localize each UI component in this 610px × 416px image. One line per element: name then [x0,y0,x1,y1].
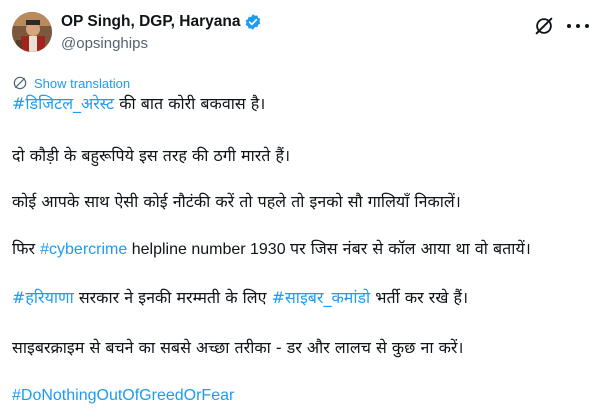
post-line-5: #हरियाणा सरकार ने इनकी मरम्मती के लिए #स… [12,287,468,309]
hashtag-cybercrime[interactable]: #cybercrime [40,241,127,258]
hashtag-cyber-commando[interactable]: #साइबर_कमांडो [272,288,371,307]
grok-icon[interactable] [533,15,555,37]
post-line-4: फिर #cybercrime helpline number 1930 पर … [12,238,531,261]
post-text: कोई आपके साथ ऐसी कोई नौटंकी करें तो पहले… [12,192,461,211]
profile-photo [12,12,52,52]
post-line-7: #DoNothingOutOfGreedOrFear [12,384,234,407]
post-text: सरकार ने इनकी मरम्मती के लिए [73,288,272,307]
post-line-2: दो कौड़ी के बहुरूपिये इस तरह की ठगी मारत… [12,145,290,167]
translate-icon [13,76,27,90]
hashtag-haryana[interactable]: #हरियाणा [12,288,74,307]
show-translation-link[interactable]: Show translation [12,75,130,91]
post-line-3: कोई आपके साथ ऐसी कोई नौटंकी करें तो पहले… [12,191,461,213]
more-icon[interactable] [567,24,589,30]
post-text: पर जिस नंबर से कॉल आया था वो बतायें। [290,239,531,258]
verified-badge-icon [246,14,261,30]
show-translation-label: Show translation [34,75,131,91]
post-text: की बात कोरी बकवास है। [114,94,266,113]
author-name-row: OP Singh, DGP, Haryana [61,13,262,31]
hashtag-do-nothing-out-of-greed-or-fear[interactable]: #DoNothingOutOfGreedOrFear [12,387,234,404]
avatar[interactable] [12,12,52,52]
post-line-1: #डिजिटल_अरेस्ट की बात कोरी बकवास है। [12,93,265,115]
post-line-6: साइबरक्राइम से बचने का सबसे अच्छा तरीका … [12,337,464,359]
post-text: फिर [12,239,41,258]
hashtag-digital-arrest[interactable]: #डिजिटल_अरेस्ट [12,94,114,113]
author-handle[interactable]: @opsinghips [61,35,148,52]
author-display-name[interactable]: OP Singh, DGP, Haryana [61,13,240,31]
post-text: भर्ती कर रखे हैं। [370,288,469,307]
post-text: दो कौड़ी के बहुरूपिये इस तरह की ठगी मारत… [12,146,291,165]
post-text: साइबरक्राइम से बचने का सबसे अच्छा तरीका … [12,338,464,357]
post-text: helpline number 1930 [127,241,291,258]
